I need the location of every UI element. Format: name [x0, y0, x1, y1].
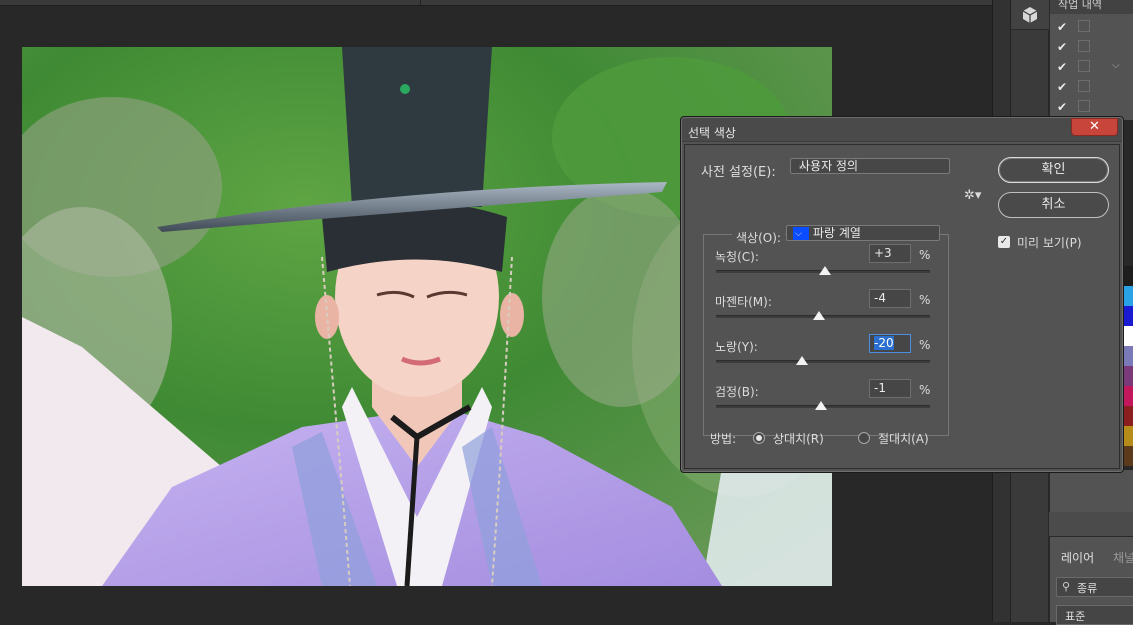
slider-thumb[interactable]: [814, 401, 827, 410]
tab-channels[interactable]: 채널: [1106, 541, 1133, 569]
slider-value-input[interactable]: -1: [869, 379, 911, 398]
close-icon: ✕: [1089, 119, 1100, 134]
history-tab-label: 작업 내역: [1058, 0, 1102, 11]
method-relative-label[interactable]: 상대치(R): [773, 430, 824, 447]
close-button[interactable]: ✕: [1071, 118, 1118, 136]
checkmark-icon[interactable]: ✔: [1057, 61, 1069, 73]
preview-checkbox[interactable]: ✓: [998, 236, 1010, 248]
method-absolute-label[interactable]: 절대치(A): [878, 430, 929, 447]
colors-select[interactable]: 파랑 계열 ⌵: [786, 225, 940, 241]
history-snapshot-box[interactable]: [1078, 60, 1090, 72]
color-swatch[interactable]: [1123, 306, 1133, 326]
color-swatch[interactable]: [1123, 386, 1133, 406]
slider-label: 검정(B):: [715, 385, 759, 399]
3d-cube-icon[interactable]: [1021, 6, 1039, 24]
slider-label: 녹청(C):: [715, 250, 759, 264]
history-snapshot-box[interactable]: [1078, 20, 1090, 32]
slider-thumb[interactable]: [795, 356, 808, 365]
tab-layers[interactable]: 레이어: [1054, 541, 1104, 569]
color-swatch[interactable]: [1123, 286, 1133, 306]
gear-icon[interactable]: ✲▾: [964, 188, 981, 203]
color-swatch[interactable]: [1123, 266, 1133, 286]
options-bar-edge: [0, 0, 1010, 6]
method-absolute-radio[interactable]: [858, 432, 870, 444]
slider-label: 노랑(Y):: [715, 340, 758, 354]
color-swatch[interactable]: [1123, 426, 1133, 446]
slider-thumb[interactable]: [819, 266, 832, 275]
color-swatch[interactable]: [1123, 346, 1133, 366]
slider-value: -4: [874, 291, 886, 305]
preset-label: 사전 설정(E):: [701, 165, 776, 180]
color-swatch[interactable]: [1123, 326, 1133, 346]
history-tab[interactable]: 작업 내역: [1050, 0, 1133, 14]
blend-mode-select[interactable]: 표준: [1056, 605, 1133, 625]
colors-label: 색상(O):: [732, 229, 785, 246]
history-row[interactable]: ✔: [1050, 18, 1133, 38]
history-row[interactable]: ✔: [1050, 38, 1133, 58]
history-snapshot-box[interactable]: [1078, 40, 1090, 52]
slider-value: -1: [874, 381, 886, 395]
cancel-button[interactable]: 취소: [998, 192, 1109, 218]
history-snapshot-box[interactable]: [1078, 100, 1090, 112]
percent-unit: %: [919, 383, 931, 397]
selective-color-dialog: 선택 색상 ✕ 사전 설정(E): 사용자 정의 ⌵ ✲▾ 확인 취소 ✓ 미리…: [680, 116, 1124, 473]
preset-select[interactable]: 사용자 정의 ⌵: [790, 158, 950, 174]
history-snapshot-box[interactable]: [1078, 80, 1090, 92]
color-swatch[interactable]: [1123, 366, 1133, 386]
dialog-body: 사전 설정(E): 사용자 정의 ⌵ ✲▾ 확인 취소 ✓ 미리 보기(P) 색…: [684, 144, 1120, 469]
slider-track[interactable]: [716, 360, 930, 363]
photoshop-workspace: 작업 내역 ✔ ✔ ✔ ✔ ✔ ⌵ 레이어 채널 ⚲ 종류 표준 선택 색상 ✕…: [0, 0, 1133, 625]
color-swatch[interactable]: [1123, 446, 1133, 466]
cancel-button-label: 취소: [1041, 197, 1066, 212]
color-swatch[interactable]: [1123, 406, 1133, 426]
method-relative-radio[interactable]: [753, 432, 765, 444]
history-row[interactable]: ✔: [1050, 78, 1133, 98]
layers-panel: 레이어 채널 ⚲ 종류 표준: [1049, 536, 1133, 625]
checkmark-icon[interactable]: ✔: [1057, 101, 1069, 113]
slider-value-input[interactable]: -4: [869, 289, 911, 308]
percent-unit: %: [919, 338, 931, 352]
method-label: 방법:: [710, 432, 737, 446]
checkmark-icon[interactable]: ✔: [1057, 41, 1069, 53]
layer-filter-input[interactable]: ⚲ 종류: [1056, 577, 1133, 597]
slider-value-input[interactable]: +3: [869, 244, 911, 263]
percent-unit: %: [919, 293, 931, 307]
preview-label: 미리 보기(P): [1017, 236, 1082, 250]
slider-value: +3: [874, 246, 892, 260]
panel-icon-bar: [1011, 0, 1049, 30]
mid-panel-footer: [1049, 512, 1133, 536]
chevron-down-icon[interactable]: ⌵: [1112, 60, 1124, 71]
history-row[interactable]: ✔: [1050, 98, 1133, 118]
ok-button[interactable]: 확인: [998, 157, 1109, 183]
slider-value-input[interactable]: -20: [869, 334, 911, 353]
ok-button-label: 확인: [1041, 162, 1066, 177]
percent-unit: %: [919, 248, 931, 262]
checkmark-icon[interactable]: ✔: [1057, 81, 1069, 93]
chevron-down-icon: ⌵: [799, 162, 806, 172]
layer-filter-label: 종류: [1077, 582, 1098, 595]
slider-thumb[interactable]: [812, 311, 825, 320]
slider-label: 마젠타(M):: [715, 295, 772, 309]
tab-channels-label: 채널: [1113, 551, 1133, 565]
options-separator: [420, 0, 421, 6]
tab-layers-label: 레이어: [1061, 551, 1095, 565]
swatch-strip[interactable]: [1123, 266, 1133, 466]
slider-value: -20: [874, 336, 894, 350]
checkmark-icon[interactable]: ✔: [1057, 21, 1069, 33]
search-icon: ⚲: [1062, 580, 1071, 593]
chevron-down-icon: ⌵: [795, 229, 802, 239]
dialog-title: 선택 색상: [688, 126, 736, 140]
dialog-titlebar[interactable]: 선택 색상: [682, 118, 1122, 142]
